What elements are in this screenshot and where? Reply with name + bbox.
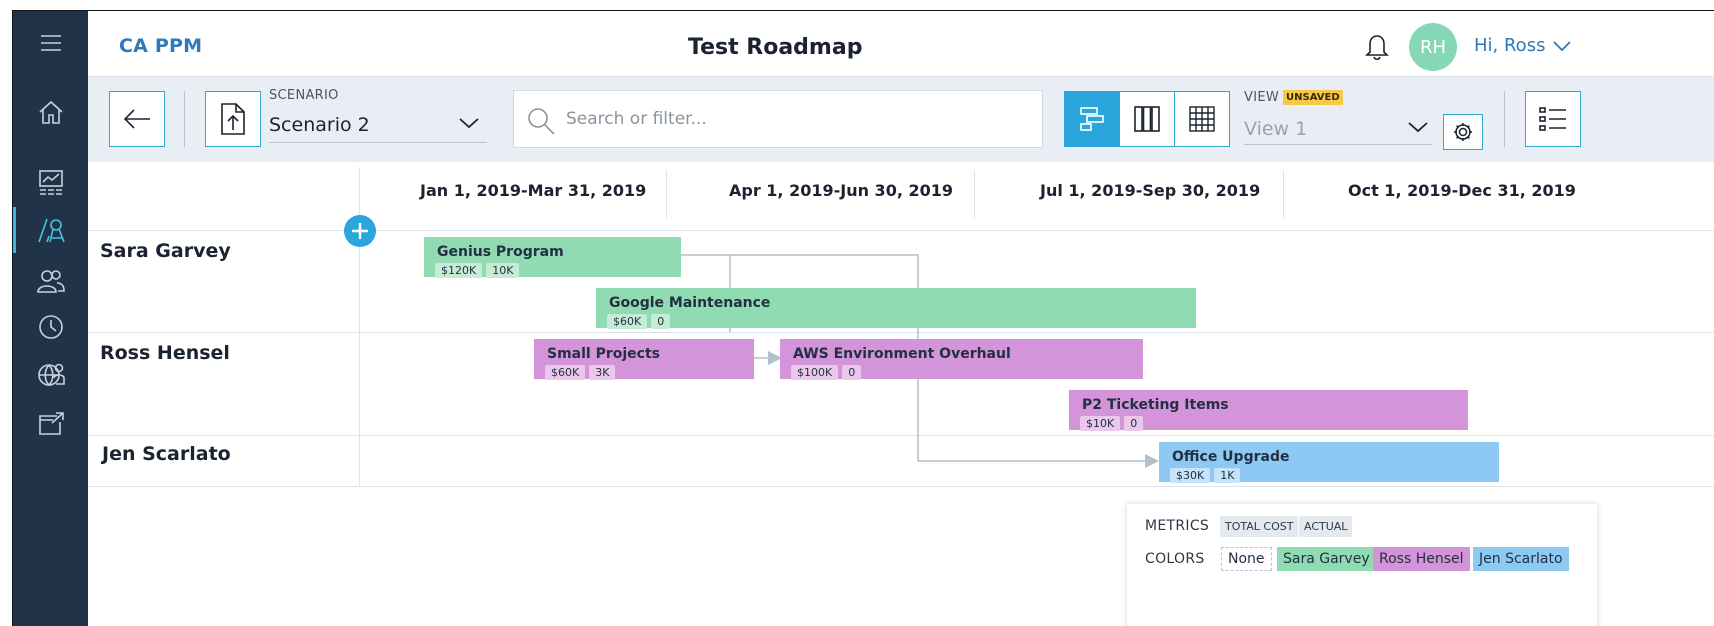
actual-chip: 0	[1124, 416, 1144, 431]
view-value: View 1	[1244, 118, 1308, 140]
color-option-none[interactable]: None	[1221, 547, 1272, 571]
roadmap-timeline: Jan 1, 2019-Mar 31, 2019 Apr 1, 2019-Jun…	[88, 162, 1714, 626]
toolbar-divider	[184, 91, 185, 147]
item-title: Office Upgrade	[1172, 449, 1290, 465]
sidebar-item-timesheets[interactable]	[13, 304, 88, 350]
cost-chip: $120K	[435, 263, 483, 278]
color-option-ross-hensel[interactable]: Ross Hensel	[1373, 547, 1470, 571]
search-icon	[528, 108, 555, 135]
app-header: CA PPM Test Roadmap RH Hi, Ross	[88, 11, 1714, 77]
scenario-label: SCENARIO	[269, 88, 339, 103]
actual-chip: 0	[842, 365, 862, 380]
chevron-down-icon	[1553, 40, 1572, 51]
chevron-down-icon	[1408, 122, 1428, 133]
user-greeting: Hi, Ross	[1474, 35, 1546, 56]
clock-icon	[38, 315, 63, 339]
page-title: Test Roadmap	[688, 35, 863, 60]
grid-icon	[1189, 106, 1215, 132]
list-icon	[1539, 107, 1566, 131]
board-view-button[interactable]	[1119, 91, 1175, 147]
export-button[interactable]	[205, 91, 261, 147]
color-option-jen-scarlato[interactable]: Jen Scarlato	[1473, 547, 1569, 571]
roadmap-item[interactable]: AWS Environment Overhaul $100K 0	[780, 339, 1143, 380]
sidebar-item-home[interactable]	[13, 89, 88, 135]
back-button[interactable]	[109, 91, 165, 147]
sidebar-item-roadmap[interactable]	[13, 207, 88, 253]
roadmap-item[interactable]: Genius Program $120K 10K	[424, 237, 681, 278]
roadmap-item[interactable]: Small Projects $60K 3K	[534, 339, 754, 380]
search-placeholder: Search or filter...	[566, 109, 707, 129]
list-options-button[interactable]	[1525, 91, 1581, 147]
color-option-sara-garvey[interactable]: Sara Garvey	[1277, 547, 1376, 571]
toolbar: SCENARIO Scenario 2 Search or filter... …	[88, 77, 1714, 162]
actual-chip: 0	[651, 314, 671, 329]
roadmap-item[interactable]: Google Maintenance $60K 0	[596, 288, 1196, 329]
chevron-down-icon	[459, 118, 479, 129]
sidebar	[13, 11, 88, 626]
timeline-view-button[interactable]	[1064, 91, 1120, 147]
sidebar-item-external[interactable]	[13, 401, 88, 447]
search-input[interactable]: Search or filter...	[513, 90, 1043, 148]
globe-user-icon	[37, 363, 65, 387]
view-label: VIEW	[1244, 90, 1279, 105]
actual-chip: 3K	[589, 365, 616, 380]
view-select[interactable]: View 1	[1244, 111, 1432, 145]
people-icon	[36, 270, 65, 293]
legend-panel: METRICS TOTAL COST ACTUAL COLORS None Sa…	[1127, 504, 1597, 626]
item-title: Genius Program	[437, 244, 564, 260]
dashboard-chart-icon	[38, 170, 63, 195]
add-item-button[interactable]	[344, 215, 376, 247]
columns-icon	[1134, 106, 1160, 132]
cost-chip: $60K	[607, 314, 648, 329]
view-settings-button[interactable]	[1443, 114, 1483, 150]
scenario-select[interactable]: Scenario 2	[269, 109, 487, 143]
arrow-left-icon	[123, 109, 150, 129]
actual-chip: 10K	[486, 263, 520, 278]
item-title: Small Projects	[547, 346, 660, 362]
metrics-label: METRICS	[1145, 518, 1210, 534]
cost-chip: $100K	[791, 365, 839, 380]
toolbar-divider	[1504, 91, 1505, 147]
brand-logo[interactable]: CA PPM	[119, 35, 202, 57]
sidebar-item-people[interactable]	[13, 258, 88, 304]
sidebar-item-resources[interactable]	[13, 351, 88, 397]
scenario-value: Scenario 2	[269, 114, 370, 136]
menu-button[interactable]	[13, 20, 88, 66]
timeline-bars-icon	[1080, 107, 1104, 131]
roadmap-item[interactable]: P2 Ticketing Items $10K 0	[1069, 390, 1468, 431]
sidebar-item-dashboard[interactable]	[13, 159, 88, 205]
menu-icon	[40, 35, 61, 51]
cost-chip: $10K	[1080, 416, 1121, 431]
user-menu[interactable]: Hi, Ross	[1474, 35, 1572, 56]
colors-label: COLORS	[1145, 551, 1205, 567]
item-title: Google Maintenance	[609, 295, 771, 311]
metric-tag-actual[interactable]: ACTUAL	[1299, 516, 1353, 537]
actual-chip: 1K	[1214, 468, 1241, 483]
unsaved-badge: UNSAVED	[1283, 90, 1343, 105]
metric-tag-total-cost[interactable]: TOTAL COST	[1220, 516, 1299, 537]
grid-view-button[interactable]	[1174, 91, 1230, 147]
home-icon	[38, 100, 63, 124]
item-title: P2 Ticketing Items	[1082, 397, 1229, 413]
cost-chip: $60K	[545, 365, 586, 380]
gear-icon	[1454, 123, 1472, 141]
item-title: AWS Environment Overhaul	[793, 346, 1011, 362]
notifications-button[interactable]	[1363, 31, 1391, 65]
external-link-icon	[38, 412, 64, 435]
cost-chip: $30K	[1170, 468, 1211, 483]
view-label-row: VIEW UNSAVED	[1244, 90, 1343, 105]
bell-icon	[1365, 35, 1389, 61]
export-upload-icon	[221, 103, 245, 135]
plus-icon	[352, 223, 368, 239]
avatar[interactable]: RH	[1409, 23, 1457, 71]
app-window: CA PPM Test Roadmap RH Hi, Ross SCENARIO…	[12, 10, 1714, 626]
roadmap-item[interactable]: Office Upgrade $30K 1K	[1159, 442, 1499, 483]
roadmap-icon	[37, 218, 65, 243]
